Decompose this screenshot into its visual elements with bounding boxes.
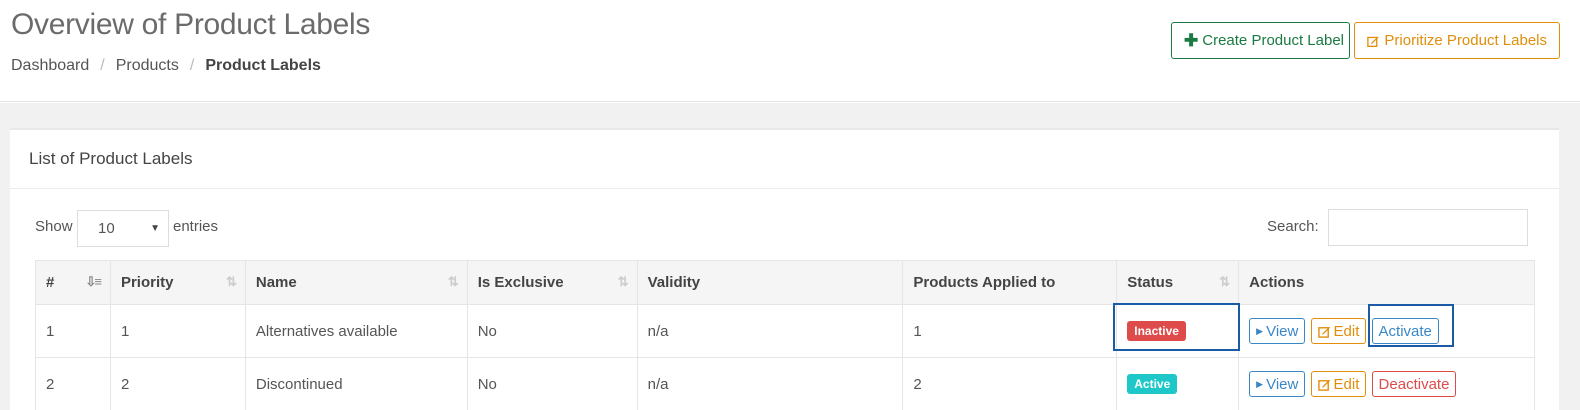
search-input[interactable] xyxy=(1328,209,1528,246)
page-length-select[interactable]: 10 ▼ xyxy=(77,210,169,247)
column-header-number[interactable]: # ⇩≡ xyxy=(35,260,111,305)
column-header-is-exclusive[interactable]: Is Exclusive ⇅ xyxy=(466,260,638,305)
cell-actions: ▶ View Edit Activate xyxy=(1238,304,1535,358)
edit-button[interactable]: Edit xyxy=(1310,371,1367,397)
entries-label: entries xyxy=(173,218,219,235)
cell-status: Active xyxy=(1116,357,1240,410)
cell-products-applied: 2 xyxy=(902,357,1118,410)
breadcrumb-separator: / xyxy=(189,57,195,74)
view-button[interactable]: ▶ View xyxy=(1249,371,1306,397)
column-header-status[interactable]: Status ⇅ xyxy=(1116,260,1240,305)
sort-icon: ⇅ xyxy=(447,274,459,289)
search-label: Search: xyxy=(1267,218,1319,235)
cell-products-applied: 1 xyxy=(902,304,1118,358)
page-length-value: 10 xyxy=(98,220,115,237)
panel-title: List of Product Labels xyxy=(29,149,193,168)
breadcrumb: Dashboard / Products / Product Labels xyxy=(11,57,321,75)
column-header-actions: Actions xyxy=(1238,260,1535,305)
edit-icon xyxy=(1317,379,1330,391)
edit-button[interactable]: Edit xyxy=(1310,318,1367,344)
breadcrumb-separator: / xyxy=(100,57,105,74)
column-header-name[interactable]: Name ⇅ xyxy=(244,260,468,305)
product-labels-panel: List of Product Labels Show 10 ▼ entries… xyxy=(10,128,1559,410)
cell-priority: 1 xyxy=(109,304,246,358)
table-header-row: # ⇩≡ Priority ⇅ Name ⇅ Is Exclusive ⇅ Validi… xyxy=(35,260,1535,305)
product-labels-table: # ⇩≡ Priority ⇅ Name ⇅ Is Exclusive ⇅ Validi… xyxy=(35,260,1535,410)
page-header: Overview of Product Labels Dashboard / P… xyxy=(0,0,1580,102)
cell-priority: 2 xyxy=(109,357,246,410)
create-product-label-button[interactable]: ✚ Create Product Label xyxy=(1171,22,1350,59)
cell-actions: ▶ View Edit Deactivate xyxy=(1238,357,1535,410)
sort-icon: ⇅ xyxy=(1219,274,1230,289)
cell-validity: n/a xyxy=(636,357,904,410)
column-header-priority[interactable]: Priority ⇅ xyxy=(109,260,246,305)
caret-right-icon: ▶ xyxy=(1256,378,1264,389)
cell-name: Discontinued xyxy=(244,357,468,410)
breadcrumb-product-labels: Product Labels xyxy=(205,57,321,74)
deactivate-button[interactable]: Deactivate xyxy=(1371,371,1457,397)
chevron-down-icon: ▼ xyxy=(150,223,160,234)
column-header-products-applied: Products Applied to xyxy=(902,260,1118,305)
page-title: Overview of Product Labels xyxy=(11,8,371,41)
edit-icon xyxy=(1367,36,1379,47)
sort-icon: ⇅ xyxy=(225,274,237,289)
column-header-validity: Validity xyxy=(636,260,904,305)
plus-icon: ✚ xyxy=(1184,30,1199,50)
prioritize-product-labels-button[interactable]: Prioritize Product Labels xyxy=(1354,22,1560,59)
cell-number: 2 xyxy=(35,357,111,410)
cell-status: Inactive xyxy=(1116,304,1240,358)
cell-number: 1 xyxy=(35,304,111,358)
sort-icon: ⇅ xyxy=(617,274,629,289)
status-badge: Inactive xyxy=(1127,321,1186,341)
caret-right-icon: ▶ xyxy=(1256,325,1264,336)
cell-is-exclusive: No xyxy=(466,357,638,410)
breadcrumb-dashboard[interactable]: Dashboard xyxy=(11,57,89,75)
table-row: 1 1 Alternatives available No n/a 1 Inac… xyxy=(35,304,1535,358)
cell-is-exclusive: No xyxy=(466,304,638,358)
panel-divider xyxy=(10,188,1559,189)
show-label: Show xyxy=(35,218,73,235)
sort-icon: ⇩≡ xyxy=(85,274,102,289)
breadcrumb-products[interactable]: Products xyxy=(116,57,179,75)
cell-name: Alternatives available xyxy=(244,304,468,358)
status-badge: Active xyxy=(1127,374,1178,394)
view-button[interactable]: ▶ View xyxy=(1249,318,1306,344)
create-product-label-text: Create Product Label xyxy=(1202,32,1345,49)
activate-button[interactable]: Activate xyxy=(1371,318,1439,344)
cell-validity: n/a xyxy=(636,304,904,358)
edit-icon xyxy=(1317,326,1330,338)
table-row: 2 2 Discontinued No n/a 2 Active ▶ View E… xyxy=(35,357,1535,410)
prioritize-product-labels-text: Prioritize Product Labels xyxy=(1384,32,1547,49)
